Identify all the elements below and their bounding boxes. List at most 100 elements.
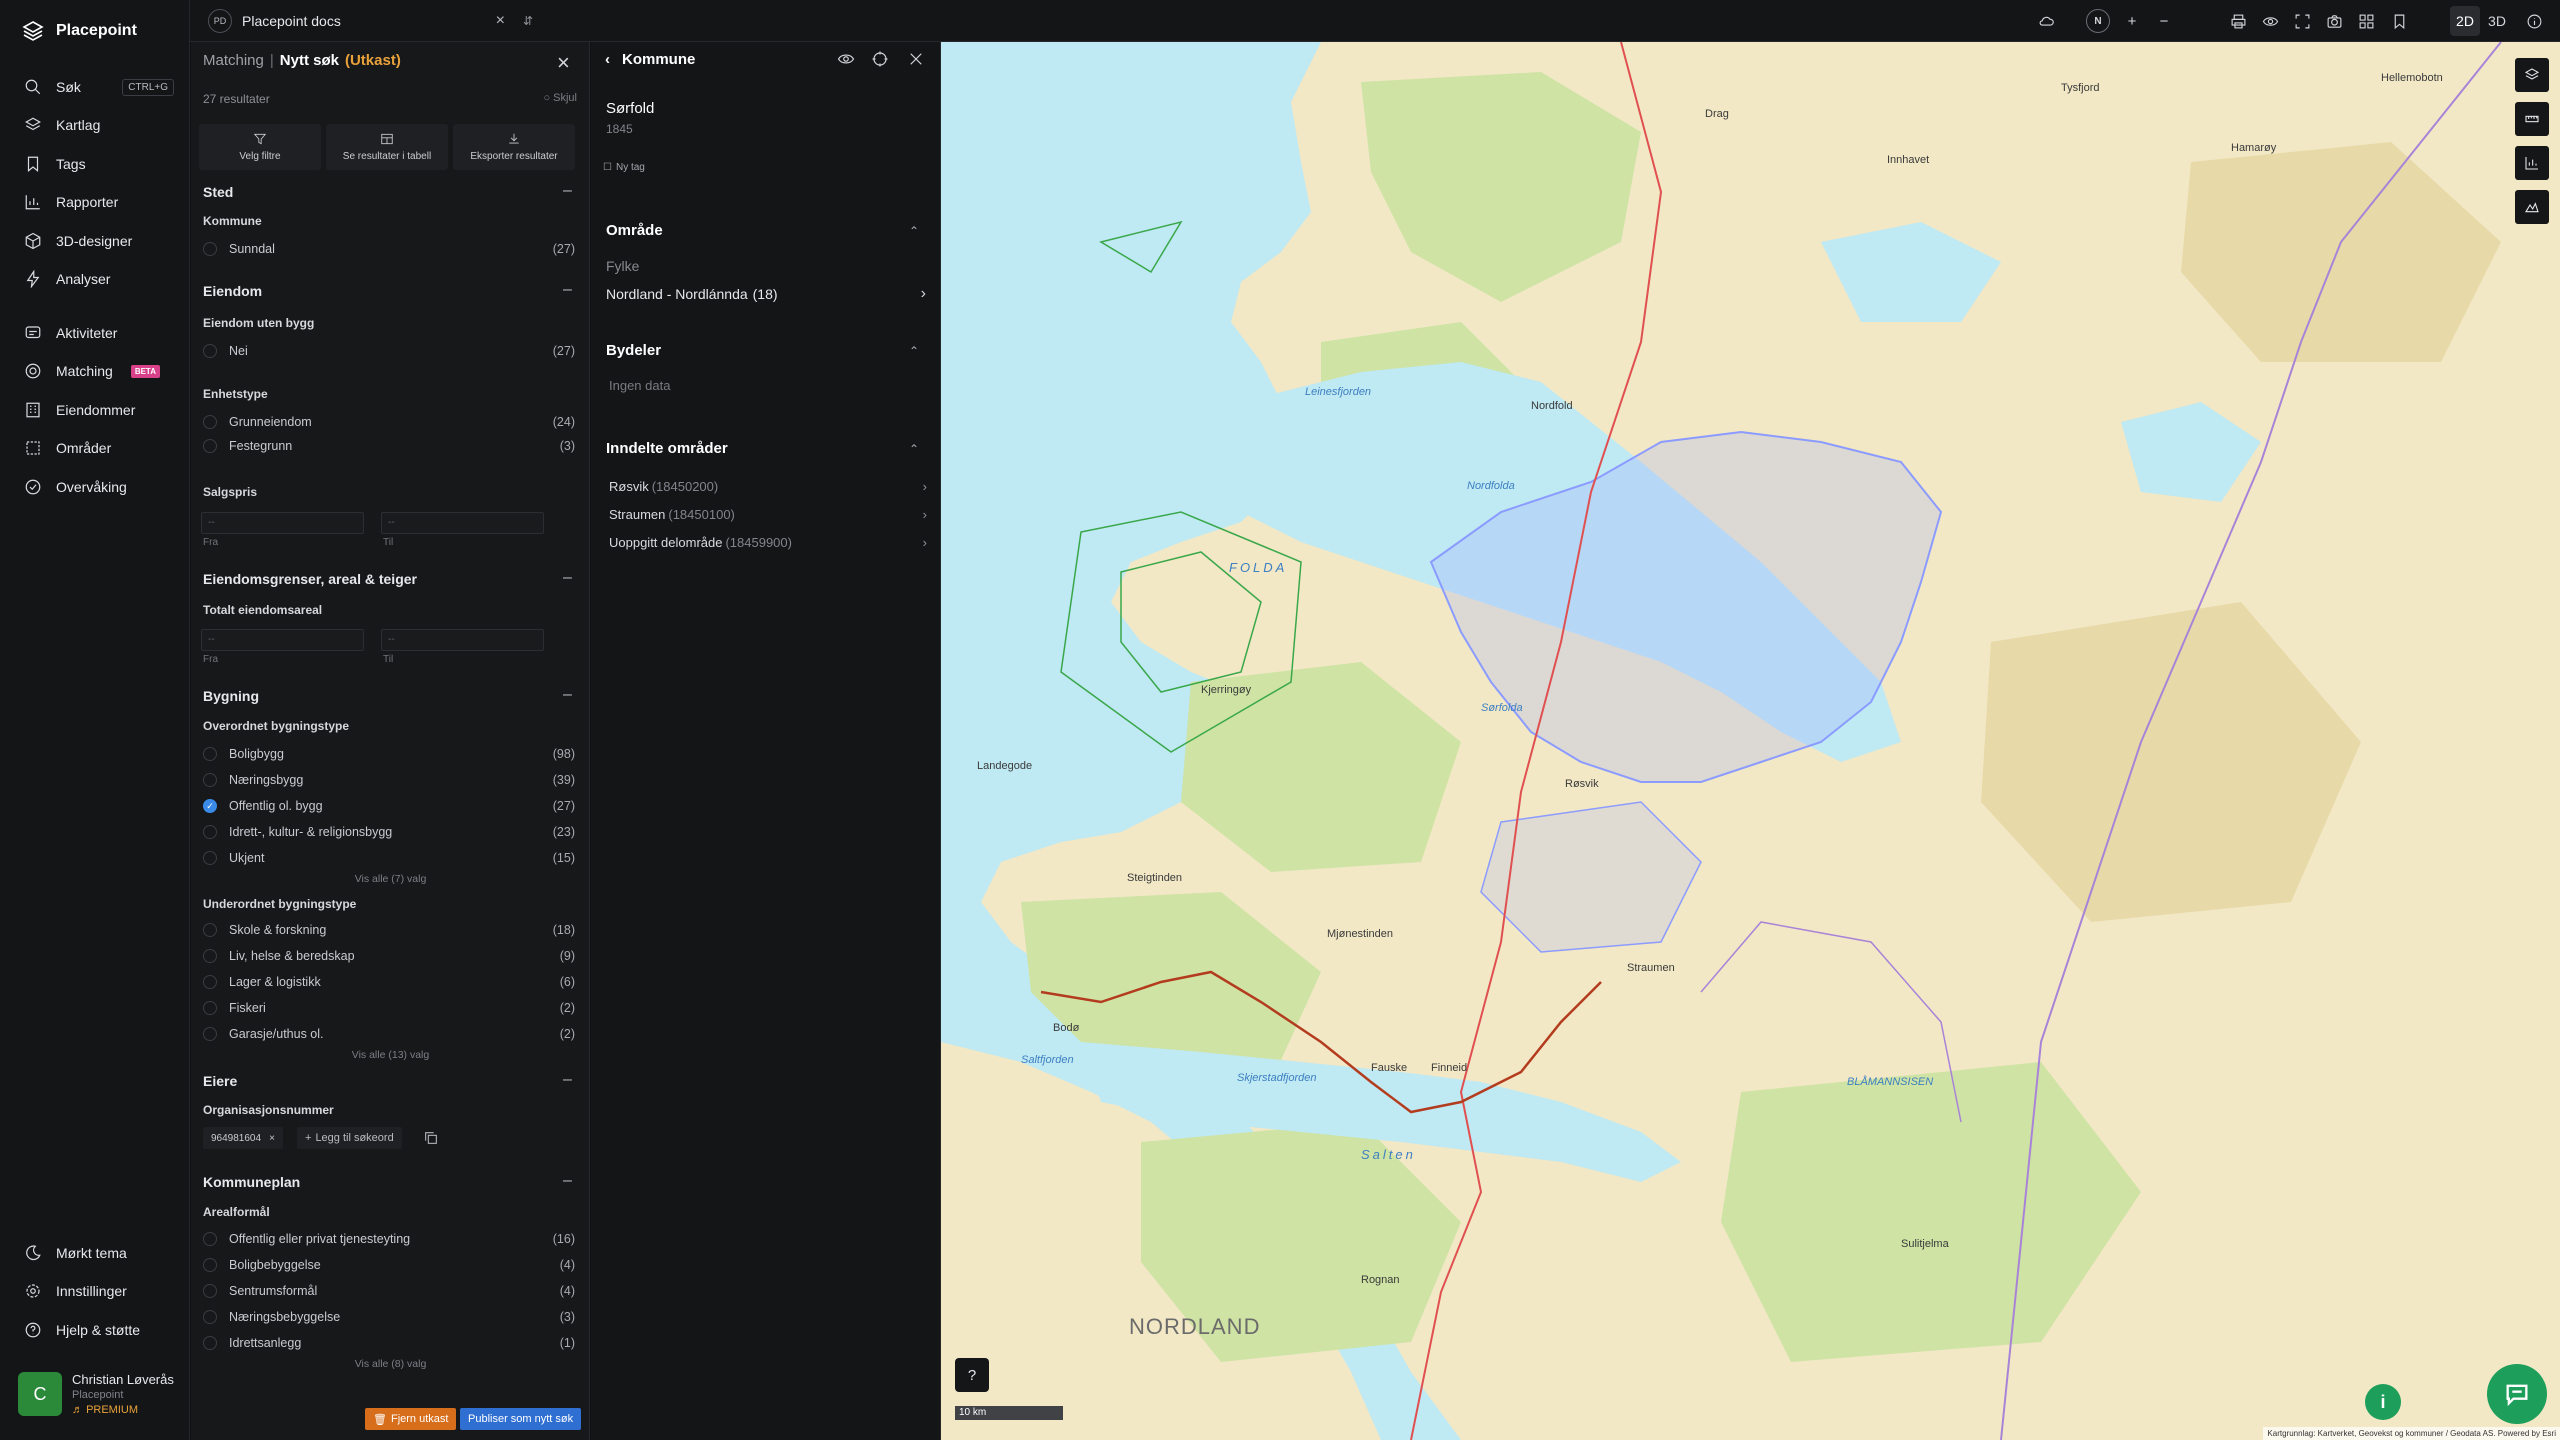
nav-eiendommer[interactable]: Eiendommer xyxy=(24,401,174,419)
checkbox[interactable] xyxy=(203,415,217,429)
back-icon[interactable]: ‹ xyxy=(605,51,610,68)
show-all-underordnet[interactable]: Vis alle (13) valg xyxy=(191,1049,590,1061)
nav-3d-designer[interactable]: 3D-designer xyxy=(24,232,174,250)
collapse-icon[interactable]: – xyxy=(563,1071,572,1089)
fylke-row[interactable]: Nordland - Nordlánnda (18) › xyxy=(606,285,926,303)
checkbox[interactable] xyxy=(203,975,217,989)
option-lager[interactable]: Lager & logistikk (6) xyxy=(203,975,575,989)
chevron-updown-icon[interactable]: ⇵ xyxy=(523,14,533,28)
option-idrettsanlegg[interactable]: Idrettsanlegg (1) xyxy=(203,1336,575,1350)
nav-help[interactable]: Hjelp & støtte xyxy=(24,1321,174,1339)
checkbox[interactable] xyxy=(203,1336,217,1350)
option-naeringsbebyggelse[interactable]: Næringsbebyggelse (3) xyxy=(203,1310,575,1324)
map-canvas[interactable]: NORDLAND Salten FOLDA Nordfolda Sørfolda… xyxy=(941,42,2560,1440)
option-sunndal[interactable]: Sunndal (27) xyxy=(203,242,575,256)
checkbox[interactable] xyxy=(203,1310,217,1324)
remove-draft-button[interactable]: 🗑 Fjern utkast xyxy=(365,1408,457,1430)
option-festegrunn[interactable]: Festegrunn (3) xyxy=(203,439,575,453)
nav-dark-theme[interactable]: Mørkt tema xyxy=(24,1244,174,1262)
close-icon[interactable]: × xyxy=(557,50,570,76)
bookmark-button[interactable] xyxy=(2387,9,2411,33)
nav-tags[interactable]: Tags xyxy=(24,155,174,173)
map-help-button[interactable]: ? xyxy=(955,1358,989,1392)
option-grunneiendom[interactable]: Grunneiendom (24) xyxy=(203,415,575,429)
add-keyword-button[interactable]: + Legg til søkeord xyxy=(297,1127,402,1149)
checkbox[interactable] xyxy=(203,1027,217,1041)
filter-button[interactable]: Velg filtre xyxy=(199,124,321,170)
zoom-in-button[interactable]: + xyxy=(2120,9,2144,33)
option-tjenesteyting[interactable]: Offentlig eller privat tjenesteyting (16… xyxy=(203,1232,575,1246)
clear-project-icon[interactable]: × xyxy=(496,12,505,30)
option-sentrumsformal[interactable]: Sentrumsformål (4) xyxy=(203,1284,575,1298)
new-tag-button[interactable]: ☐ Ny tag xyxy=(603,162,645,173)
info-button[interactable] xyxy=(2522,9,2546,33)
checkbox[interactable] xyxy=(203,344,217,358)
collapse-icon[interactable]: – xyxy=(563,569,572,587)
checkbox[interactable] xyxy=(203,773,217,787)
option-offentlig[interactable]: ✓ Offentlig ol. bygg (27) xyxy=(203,799,575,813)
nav-overvaking[interactable]: Overvåking xyxy=(24,478,174,496)
table-button[interactable]: Se resultater i tabell xyxy=(326,124,448,170)
export-button[interactable]: Eksporter resultater xyxy=(453,124,575,170)
chevron-up-icon[interactable]: ⌃ xyxy=(909,344,919,358)
checkbox[interactable] xyxy=(203,747,217,761)
breadcrumb-matching[interactable]: Matching xyxy=(203,52,264,69)
brand-logo[interactable]: Placepoint xyxy=(22,20,137,42)
nav-matching[interactable]: Matching BETA xyxy=(24,362,174,380)
checkbox[interactable] xyxy=(203,242,217,256)
checkbox[interactable] xyxy=(203,923,217,937)
chevron-up-icon[interactable]: ⌃ xyxy=(909,224,919,238)
visibility-button[interactable] xyxy=(2258,9,2282,33)
nav-aktiviteter[interactable]: Aktiviteter xyxy=(24,324,174,342)
option-fiskeri[interactable]: Fiskeri (2) xyxy=(203,1001,575,1015)
checkbox[interactable] xyxy=(203,949,217,963)
hide-link[interactable]: ○ Skjul xyxy=(543,92,577,104)
checkbox[interactable] xyxy=(203,1001,217,1015)
nav-search[interactable]: Søk CTRL+G xyxy=(24,78,174,96)
option-skole[interactable]: Skole & forskning (18) xyxy=(203,923,575,937)
option-garasje[interactable]: Garasje/uthus ol. (2) xyxy=(203,1027,575,1041)
view-3d-button[interactable]: 3D xyxy=(2482,6,2512,36)
list-item[interactable]: Røsvik (18450200) › xyxy=(609,479,927,494)
project-selector[interactable]: PD Placepoint docs × ⇵ xyxy=(208,7,543,35)
checkbox[interactable] xyxy=(203,851,217,865)
checkbox[interactable] xyxy=(203,1232,217,1246)
fullscreen-button[interactable] xyxy=(2290,9,2314,33)
nav-analyser[interactable]: Analyser xyxy=(24,270,174,288)
map-measure-tool[interactable] xyxy=(2515,102,2549,136)
option-naeringsbygg[interactable]: Næringsbygg (39) xyxy=(203,773,575,787)
zoom-out-button[interactable]: − xyxy=(2152,9,2176,33)
show-all-overordnet[interactable]: Vis alle (7) valg xyxy=(191,873,590,885)
checkbox-checked[interactable]: ✓ xyxy=(203,799,217,813)
close-button[interactable] xyxy=(907,50,929,72)
publish-search-button[interactable]: Publiser som nytt søk xyxy=(460,1408,582,1430)
nav-rapporter[interactable]: Rapporter xyxy=(24,193,174,211)
checkbox[interactable] xyxy=(203,825,217,839)
locate-button[interactable] xyxy=(871,50,893,72)
map-info-button[interactable]: i xyxy=(2365,1384,2401,1420)
option-boligbebyggelse[interactable]: Boligbebyggelse (4) xyxy=(203,1258,575,1272)
screenshot-button[interactable] xyxy=(2322,9,2346,33)
option-helse[interactable]: Liv, helse & beredskap (9) xyxy=(203,949,575,963)
view-2d-button[interactable]: 2D xyxy=(2450,6,2480,36)
chat-button[interactable] xyxy=(2487,1364,2547,1424)
option-nei[interactable]: Nei (27) xyxy=(203,344,575,358)
chip-close-icon[interactable]: × xyxy=(269,1133,275,1144)
show-all-arealformal[interactable]: Vis alle (8) valg xyxy=(191,1358,590,1370)
checkbox[interactable] xyxy=(203,1284,217,1298)
option-ukjent[interactable]: Ukjent (15) xyxy=(203,851,575,865)
grid-button[interactable] xyxy=(2354,9,2378,33)
area-to-input[interactable]: -- xyxy=(381,629,544,651)
copy-icon[interactable] xyxy=(423,1130,439,1146)
collapse-icon[interactable]: – xyxy=(563,281,572,299)
checkbox[interactable] xyxy=(203,439,217,453)
area-from-input[interactable]: -- xyxy=(201,629,364,651)
list-item[interactable]: Straumen (18450100) › xyxy=(609,507,927,522)
map-profile-tool[interactable] xyxy=(2515,190,2549,224)
collapse-icon[interactable]: – xyxy=(563,686,572,704)
eye-button[interactable] xyxy=(837,50,859,72)
price-from-input[interactable]: -- xyxy=(201,512,364,534)
weather-tool[interactable] xyxy=(2034,9,2058,33)
user-card[interactable]: C Christian Løverås Placepoint ♬ PREMIUM xyxy=(18,1372,174,1416)
option-boligbygg[interactable]: Boligbygg (98) xyxy=(203,747,575,761)
